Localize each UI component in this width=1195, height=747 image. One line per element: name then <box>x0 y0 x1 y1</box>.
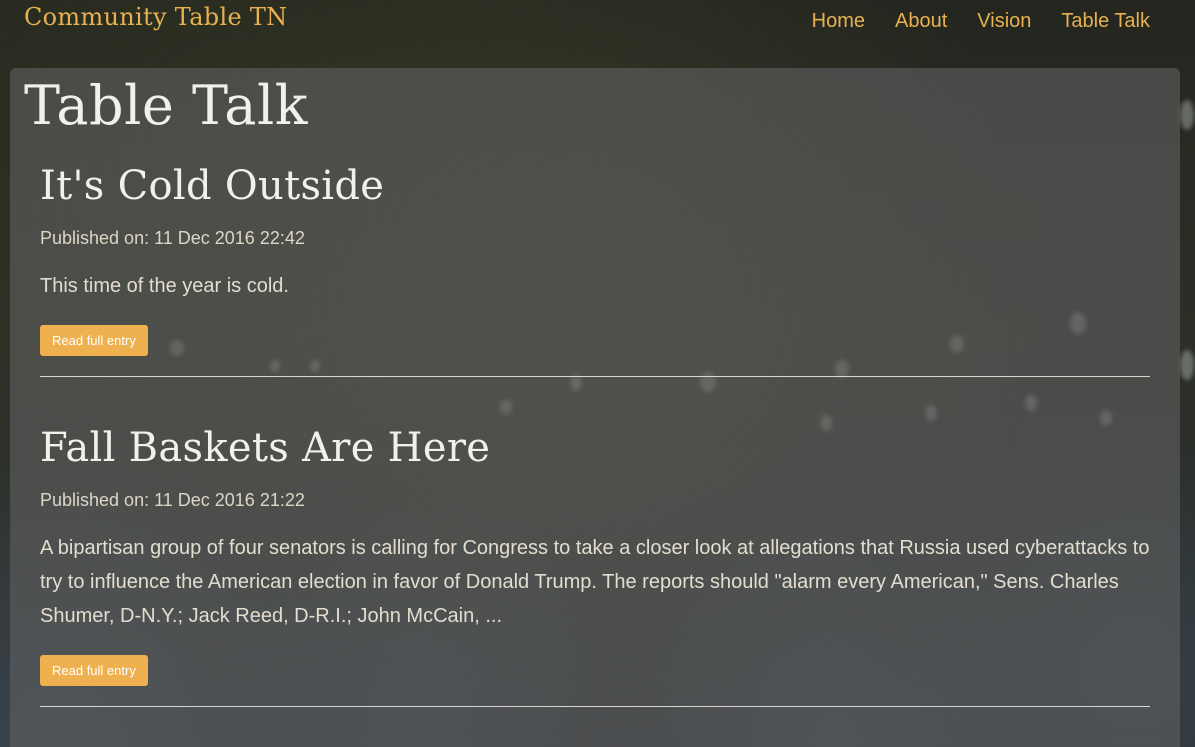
bokeh-light <box>1180 100 1194 130</box>
post-published-date: Published on: 11 Dec 2016 22:42 <box>40 228 305 248</box>
main-nav: Home About Vision Table Talk <box>812 10 1150 33</box>
read-full-entry-button[interactable]: Read full entry <box>40 325 148 356</box>
read-full-entry-button[interactable]: Read full entry <box>40 655 148 686</box>
blog-post: Fall Baskets Are Here Published on: 11 D… <box>40 424 1150 707</box>
nav-table-talk-link[interactable]: Table Talk <box>1061 10 1150 33</box>
nav-about-link[interactable]: About <box>895 10 947 33</box>
post-divider <box>40 706 1150 707</box>
site-brand-link[interactable]: Community Table TN <box>24 3 287 31</box>
nav-vision-link[interactable]: Vision <box>977 10 1031 33</box>
top-navbar: Community Table TN Home About Vision Tab… <box>0 0 1195 56</box>
post-excerpt: A bipartisan group of four senators is c… <box>40 537 1150 627</box>
post-published-date: Published on: 11 Dec 2016 21:22 <box>40 490 305 510</box>
post-excerpt: This time of the year is cold. <box>40 275 289 297</box>
content-panel: Table Talk It's Cold Outside Published o… <box>10 68 1180 747</box>
blog-post: It's Cold Outside Published on: 11 Dec 2… <box>40 162 1150 377</box>
post-title: Fall Baskets Are Here <box>40 425 491 471</box>
bokeh-light <box>1180 350 1194 380</box>
nav-home-link[interactable]: Home <box>812 10 865 33</box>
post-divider <box>40 376 1150 377</box>
page-title: Table Talk <box>24 74 308 137</box>
post-title: It's Cold Outside <box>40 163 385 209</box>
